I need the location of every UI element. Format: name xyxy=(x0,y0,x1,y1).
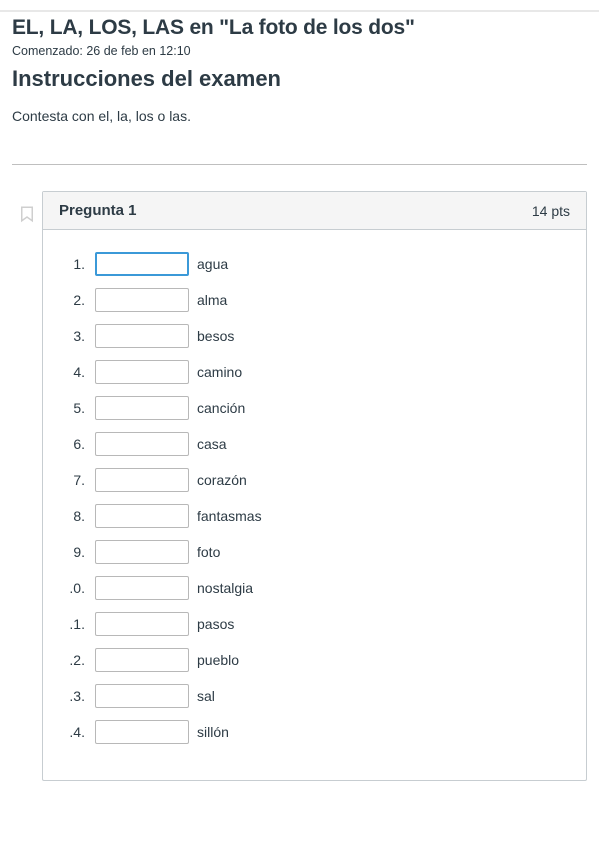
item-word: sillón xyxy=(189,724,229,740)
item-word: camino xyxy=(189,364,242,380)
answer-input[interactable] xyxy=(95,576,189,600)
answer-input[interactable] xyxy=(95,504,189,528)
item-word: fantasmas xyxy=(189,508,262,524)
bookmark-icon[interactable] xyxy=(18,203,36,230)
instructions-body: Contesta con el, la, los o las. xyxy=(12,108,587,124)
list-item: .0. nostalgia xyxy=(59,576,570,600)
started-timestamp: Comenzado: 26 de feb en 12:10 xyxy=(12,44,587,58)
quiz-title: EL, LA, LOS, LAS en "La foto de los dos" xyxy=(12,16,587,40)
item-number: 4. xyxy=(59,364,95,380)
question-body: 1. agua 2. alma 3. besos 4. camino 5. canción 6. ca… xyxy=(43,230,586,780)
answer-input[interactable] xyxy=(95,684,189,708)
item-number: 9. xyxy=(59,544,95,560)
question-header: Pregunta 1 14 pts xyxy=(43,192,586,230)
item-word: sal xyxy=(189,688,215,704)
item-number: .2. xyxy=(59,652,95,668)
answer-input[interactable] xyxy=(95,720,189,744)
item-number: .1. xyxy=(59,616,95,632)
item-number: 3. xyxy=(59,328,95,344)
item-word: pueblo xyxy=(189,652,239,668)
item-number: 5. xyxy=(59,400,95,416)
item-word: alma xyxy=(189,292,227,308)
item-word: pasos xyxy=(189,616,234,632)
item-number: .3. xyxy=(59,688,95,704)
item-word: besos xyxy=(189,328,234,344)
answer-input[interactable] xyxy=(95,432,189,456)
list-item: .2. pueblo xyxy=(59,648,570,672)
question-points: 14 pts xyxy=(532,203,570,219)
question-card: Pregunta 1 14 pts 1. agua 2. alma 3. besos 4. c… xyxy=(42,191,587,781)
list-item: 9. foto xyxy=(59,540,570,564)
instructions-heading: Instrucciones del examen xyxy=(12,66,587,92)
top-separator xyxy=(0,10,599,12)
list-item: 3. besos xyxy=(59,324,570,348)
answer-input[interactable] xyxy=(95,396,189,420)
item-word: foto xyxy=(189,544,220,560)
item-word: casa xyxy=(189,436,227,452)
list-item: .1. pasos xyxy=(59,612,570,636)
list-item: 2. alma xyxy=(59,288,570,312)
section-divider xyxy=(12,164,587,165)
item-word: canción xyxy=(189,400,245,416)
answer-input[interactable] xyxy=(95,360,189,384)
item-number: 8. xyxy=(59,508,95,524)
list-item: 5. canción xyxy=(59,396,570,420)
item-number: .4. xyxy=(59,724,95,740)
item-number: 2. xyxy=(59,292,95,308)
item-number: .0. xyxy=(59,580,95,596)
item-word: agua xyxy=(189,256,228,272)
item-word: corazón xyxy=(189,472,247,488)
list-item: 8. fantasmas xyxy=(59,504,570,528)
item-word: nostalgia xyxy=(189,580,253,596)
list-item: 7. corazón xyxy=(59,468,570,492)
item-number: 1. xyxy=(59,256,95,272)
answer-input[interactable] xyxy=(95,540,189,564)
list-item: 4. camino xyxy=(59,360,570,384)
answer-input[interactable] xyxy=(95,288,189,312)
answer-input[interactable] xyxy=(95,252,189,276)
answer-input[interactable] xyxy=(95,324,189,348)
list-item: 6. casa xyxy=(59,432,570,456)
item-number: 6. xyxy=(59,436,95,452)
question-title: Pregunta 1 xyxy=(59,202,137,219)
list-item: .3. sal xyxy=(59,684,570,708)
list-item: .4. sillón xyxy=(59,720,570,744)
item-number: 7. xyxy=(59,472,95,488)
answer-input[interactable] xyxy=(95,648,189,672)
list-item: 1. agua xyxy=(59,252,570,276)
answer-input[interactable] xyxy=(95,612,189,636)
answer-input[interactable] xyxy=(95,468,189,492)
